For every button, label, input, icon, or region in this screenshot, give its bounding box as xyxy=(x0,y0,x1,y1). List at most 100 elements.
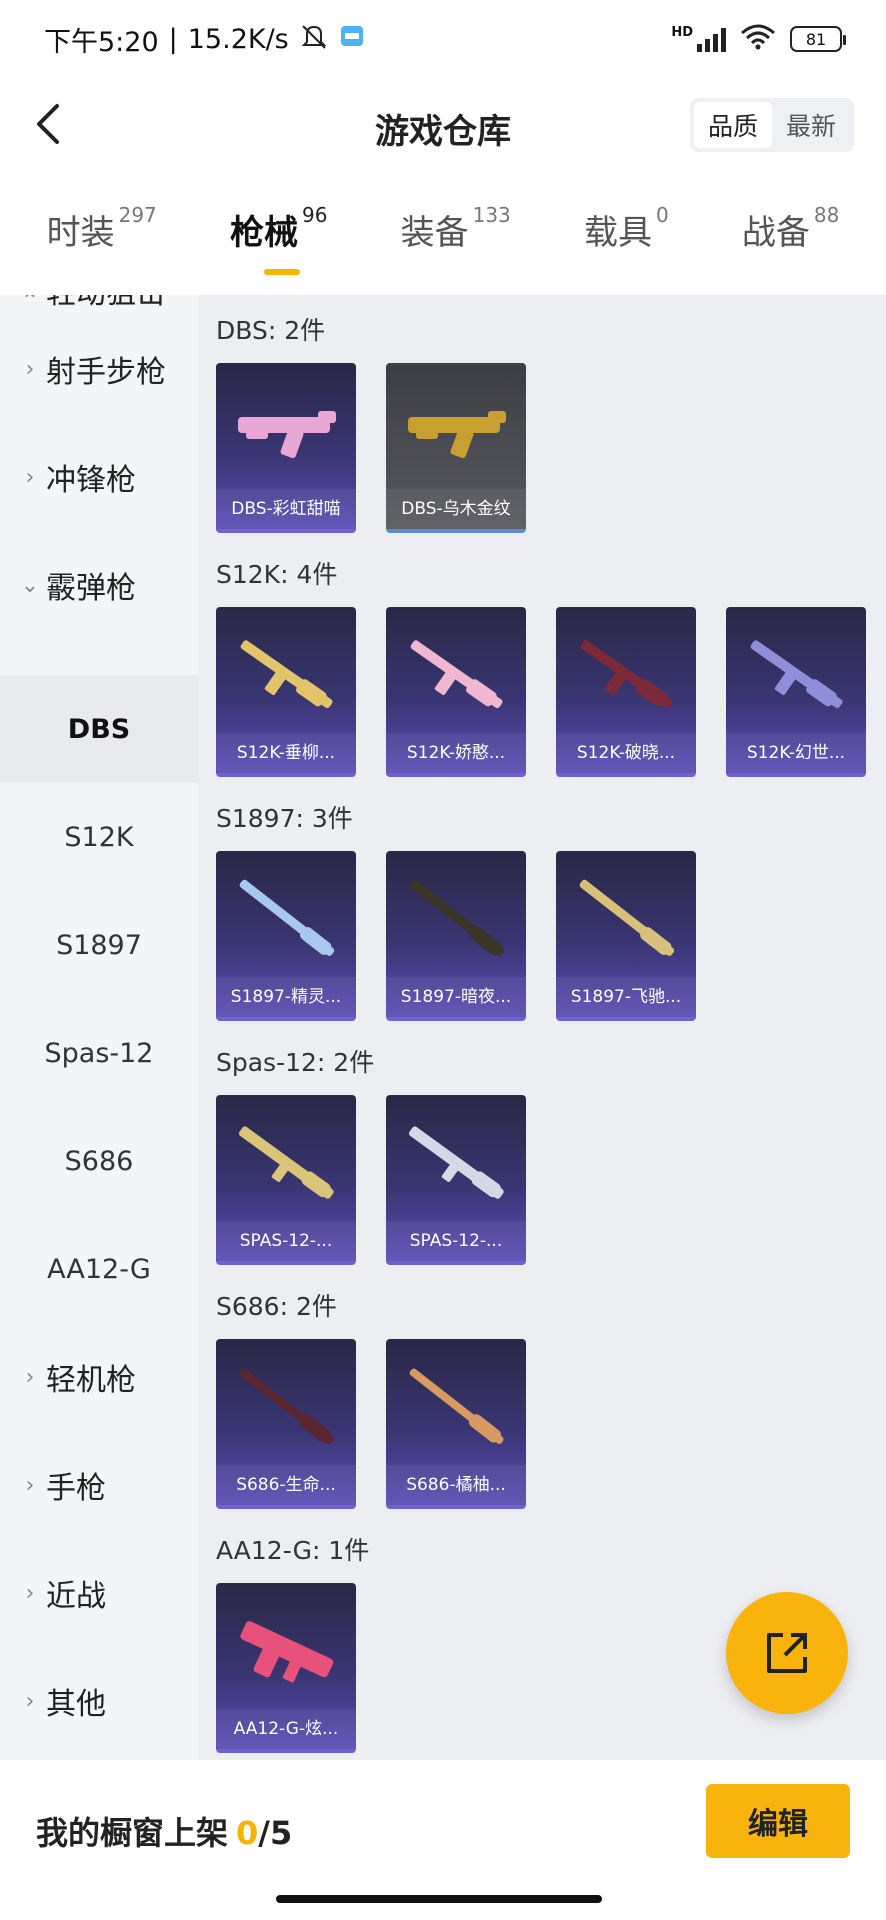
tab-equipment[interactable]: 装备 133 xyxy=(401,203,511,254)
showcase-total: /5 xyxy=(258,1814,293,1852)
sort-toggle: 品质 最新 xyxy=(689,98,854,152)
category-tabs: 时装 297 枪械 96 装备 133 载具 0 战备 88 xyxy=(0,203,886,295)
shotgun-icon xyxy=(238,1126,334,1199)
skin-card[interactable]: AA12-G-炫... xyxy=(216,1583,356,1753)
sidebar-item-marksman-rifle[interactable]: › 射手步枪 xyxy=(0,315,198,423)
sidebar-item-partial[interactable]: ⌃ 轻动狙击 xyxy=(0,295,198,315)
rifle-icon xyxy=(580,640,673,709)
rifle-icon xyxy=(750,640,843,709)
sidebar-item-label: S686 xyxy=(64,1145,134,1177)
chevron-right-icon: › xyxy=(25,1688,35,1714)
sidebar-subitem-spas12[interactable]: Spas-12 xyxy=(0,999,198,1107)
edit-button[interactable]: 编辑 xyxy=(706,1784,850,1858)
tab-label: 载具 xyxy=(583,213,652,253)
network-speed: 15.2K/s xyxy=(187,23,289,55)
tab-vehicles[interactable]: 载具 0 xyxy=(583,203,669,254)
skin-card[interactable]: S1897-精灵... xyxy=(216,851,356,1021)
skin-name: S12K-幻世... xyxy=(726,733,866,773)
tab-fashion[interactable]: 时装 297 xyxy=(46,203,157,254)
skin-name: S1897-精灵... xyxy=(216,977,356,1017)
group-title: AA12-G: 1件 xyxy=(216,1536,370,1565)
shotgun-icon xyxy=(408,1126,504,1199)
tab-count: 88 xyxy=(813,203,840,227)
sidebar-item-label: 轻机枪 xyxy=(46,1363,136,1398)
mute-icon xyxy=(299,22,329,57)
skin-card[interactable]: S12K-幻世... xyxy=(726,607,866,777)
shotgun-icon xyxy=(240,1621,334,1683)
tab-count: 297 xyxy=(118,203,157,227)
skin-grid: DBS: 2件 DBS-彩虹甜喵 DBS-乌木金纹 S12K: 4件 S12K-… xyxy=(198,295,886,1760)
skin-card[interactable]: SPAS-12-... xyxy=(386,1095,526,1265)
showcase-label: 我的橱窗上架 xyxy=(36,1814,229,1852)
tab-active-indicator xyxy=(263,269,300,275)
shotgun-icon xyxy=(579,879,675,956)
chevron-right-icon: › xyxy=(25,464,35,490)
group-title: S12K: 4件 xyxy=(216,560,338,589)
tab-label: 战备 xyxy=(741,213,810,253)
skin-card[interactable]: S686-生命... xyxy=(216,1339,356,1509)
battery-indicator: 81 xyxy=(790,26,846,52)
group-s1897: S1897: 3件 S1897-精灵... S1897-暗夜... S1897-… xyxy=(216,799,696,1021)
sidebar-subitem-aa12g[interactable]: AA12-G xyxy=(0,1215,198,1323)
sort-quality-button[interactable]: 品质 xyxy=(693,102,772,148)
sidebar-item-melee[interactable]: › 近战 xyxy=(0,1539,198,1647)
showcase-count: 0 xyxy=(236,1814,259,1852)
group-dbs: DBS: 2件 DBS-彩虹甜喵 DBS-乌木金纹 xyxy=(216,311,526,533)
sidebar-item-label: 霰弹枪 xyxy=(46,571,136,606)
external-link-icon xyxy=(767,1633,807,1673)
sidebar-subitem-s686[interactable]: S686 xyxy=(0,1107,198,1215)
skin-name: S686-生命... xyxy=(216,1465,356,1505)
skin-card[interactable]: S1897-飞驰... xyxy=(556,851,696,1021)
bottom-bar: 我的橱窗上架 0 /5 编辑 xyxy=(0,1760,886,1920)
sidebar-item-other[interactable]: › 其他 xyxy=(0,1647,198,1755)
chevron-up-icon: ⌃ xyxy=(20,295,40,314)
skin-card[interactable]: DBS-彩虹甜喵 xyxy=(216,363,356,533)
sidebar-subitem-s12k[interactable]: S12K xyxy=(0,783,198,891)
tab-label: 时装 xyxy=(46,213,115,253)
sidebar-item-lmg[interactable]: › 轻机枪 xyxy=(0,1323,198,1431)
status-left: 下午5:20 | 15.2K/s xyxy=(44,20,365,59)
chevron-right-icon: › xyxy=(25,1472,35,1498)
group-s12k: S12K: 4件 S12K-垂柳... S12K-娇憨... S12K-破晓..… xyxy=(216,555,866,777)
sidebar-item-label: DBS xyxy=(67,713,131,745)
skin-card[interactable]: S12K-垂柳... xyxy=(216,607,356,777)
tab-label: 枪械 xyxy=(229,213,298,253)
chevron-right-icon: › xyxy=(25,1580,35,1606)
signal-icon xyxy=(697,26,726,52)
sort-newest-button[interactable]: 最新 xyxy=(772,102,850,148)
skin-card[interactable]: S12K-破晓... xyxy=(556,607,696,777)
home-indicator[interactable] xyxy=(276,1895,602,1903)
skin-name: SPAS-12-... xyxy=(216,1221,356,1261)
share-button[interactable] xyxy=(726,1592,848,1714)
sidebar-item-label: 冲锋枪 xyxy=(46,463,136,498)
status-divider: | xyxy=(168,23,178,55)
sidebar-item-label: Spas-12 xyxy=(44,1037,154,1069)
skin-name: S12K-垂柳... xyxy=(216,733,356,773)
app-notification-icon xyxy=(339,23,365,56)
sidebar-item-label: AA12-G xyxy=(47,1253,151,1285)
sidebar-subitem-s1897[interactable]: S1897 xyxy=(0,891,198,999)
skin-card[interactable]: S12K-娇憨... xyxy=(386,607,526,777)
sidebar-item-smg[interactable]: › 冲锋枪 xyxy=(0,423,198,531)
skin-card[interactable]: S1897-暗夜... xyxy=(386,851,526,1021)
rifle-icon xyxy=(240,640,333,709)
sidebar-item-pistol[interactable]: › 手枪 xyxy=(0,1431,198,1539)
group-title: Spas-12: 2件 xyxy=(216,1048,375,1077)
tab-guns[interactable]: 枪械 96 xyxy=(229,203,327,275)
sidebar-item-shotgun[interactable]: ⌄ 霰弹枪 xyxy=(0,531,198,639)
shotgun-icon xyxy=(239,879,335,956)
skin-card[interactable]: S686-橘柚... xyxy=(386,1339,526,1509)
shotgun-icon xyxy=(239,1368,334,1444)
hd-label: HD xyxy=(671,24,693,40)
skin-name: S12K-娇憨... xyxy=(386,733,526,773)
wifi-icon xyxy=(740,23,776,56)
sidebar-item-label: 其他 xyxy=(46,1687,106,1722)
skin-card[interactable]: DBS-乌木金纹 xyxy=(386,363,526,533)
skin-name: DBS-乌木金纹 xyxy=(386,489,526,529)
tab-supplies[interactable]: 战备 88 xyxy=(741,203,840,254)
group-aa12g: AA12-G: 1件 AA12-G-炫... xyxy=(216,1531,369,1753)
sidebar-subitem-dbs[interactable]: DBS xyxy=(0,675,198,783)
skin-name: S1897-暗夜... xyxy=(386,977,526,1017)
sidebar-item-label: 射手步枪 xyxy=(46,355,166,390)
skin-card[interactable]: SPAS-12-... xyxy=(216,1095,356,1265)
